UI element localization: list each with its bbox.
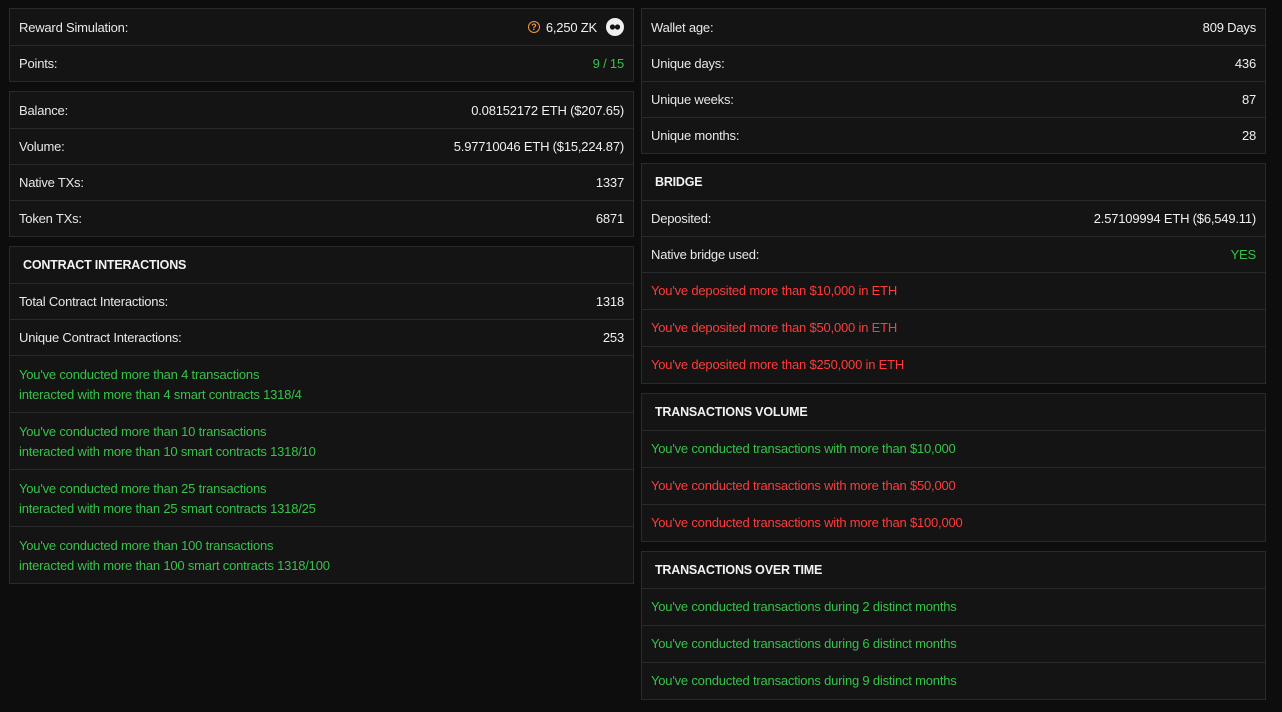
eye-icon[interactable] xyxy=(606,18,624,36)
balance-value: 0.08152172 ETH ($207.65) xyxy=(471,102,624,118)
token-txs-label: Token TXs: xyxy=(19,211,82,226)
unique-days-row: Unique days: 436 xyxy=(642,45,1265,81)
reward-simulation-value: 6,250 ZK xyxy=(545,19,597,35)
question-circle-icon[interactable]: ? xyxy=(527,21,540,33)
unique-months-row: Unique months: 28 xyxy=(642,117,1265,153)
unique-months-value: 28 xyxy=(1241,128,1256,143)
wallet-age-value: 809 Days xyxy=(1202,19,1257,35)
balance-row: Balance: 0.08152172 ETH ($207.65) xyxy=(10,92,633,128)
volume-value: 5.97710046 ETH ($15,224.87) xyxy=(453,139,624,154)
points-value: 9 / 15 xyxy=(592,56,625,71)
reward-simulation-row: Reward Simulation: ? 6,250 ZK xyxy=(10,9,633,45)
balance-label: Balance: xyxy=(19,102,68,118)
reward-simulation-label: Reward Simulation: xyxy=(19,19,129,35)
unique-months-label: Unique months: xyxy=(651,128,740,143)
contract-interactions-title: CONTRACT INTERACTIONS xyxy=(23,258,187,272)
unique-contract-interactions-row: Unique Contract Interactions: 253 xyxy=(10,319,633,355)
contract-interactions-panel: CONTRACT INTERACTIONS Total Contract Int… xyxy=(9,246,634,584)
native-bridge-value: YES xyxy=(1230,247,1257,262)
contract-achievement-line2: interacted with more than 10 smart contr… xyxy=(19,444,316,459)
volume-achievement-item: You've conducted transactions with more … xyxy=(642,504,1265,541)
bridge-achievement-item: You've deposited more than $250,000 in E… xyxy=(642,346,1265,383)
transactions-over-time-title: TRANSACTIONS OVER TIME xyxy=(655,563,823,577)
overtime-achievement-item: You've conducted transactions during 2 d… xyxy=(642,588,1265,625)
total-contract-interactions-row: Total Contract Interactions: 1318 xyxy=(10,283,633,319)
unique-weeks-value: 87 xyxy=(1241,92,1256,107)
unique-days-value: 436 xyxy=(1234,56,1256,71)
contract-achievement-item: You've conducted more than 100 transacti… xyxy=(10,526,633,583)
native-bridge-row: Native bridge used: YES xyxy=(642,236,1265,272)
contract-achievement-line2: interacted with more than 100 smart cont… xyxy=(19,558,330,573)
deposited-label: Deposited: xyxy=(651,211,712,226)
unique-contract-interactions-value: 253 xyxy=(602,330,624,345)
volume-row: Volume: 5.97710046 ETH ($15,224.87) xyxy=(10,128,633,164)
bridge-achievement-item: You've deposited more than $10,000 in ET… xyxy=(642,272,1265,309)
volume-label: Volume: xyxy=(19,139,65,154)
transactions-volume-title: TRANSACTIONS VOLUME xyxy=(655,405,808,419)
unique-days-label: Unique days: xyxy=(651,56,725,71)
wallet-age-label: Wallet age: xyxy=(651,19,714,35)
total-contract-interactions-label: Total Contract Interactions: xyxy=(19,294,169,309)
contract-achievement-line1: You've conducted more than 100 transacti… xyxy=(19,538,274,553)
left-column: Reward Simulation: ? 6,250 ZK Points: 9 … xyxy=(9,8,634,593)
contract-achievement-line1: You've conducted more than 4 transaction… xyxy=(19,367,260,382)
contract-achievement-line1: You've conducted more than 10 transactio… xyxy=(19,424,267,439)
total-contract-interactions-value: 1318 xyxy=(595,294,624,309)
wallet-panel: Wallet age: 809 Days Unique days: 436 Un… xyxy=(641,8,1266,154)
contract-achievement-item: You've conducted more than 25 transactio… xyxy=(10,469,633,526)
bridge-panel: BRIDGE Deposited: 2.57109994 ETH ($6,549… xyxy=(641,163,1266,384)
unique-contract-interactions-label: Unique Contract Interactions: xyxy=(19,330,182,345)
overtime-achievement-item: You've conducted transactions during 6 d… xyxy=(642,625,1265,662)
contract-achievement-line1: You've conducted more than 25 transactio… xyxy=(19,481,267,496)
volume-achievement-item: You've conducted transactions with more … xyxy=(642,467,1265,504)
bridge-achievement-item: You've deposited more than $50,000 in ET… xyxy=(642,309,1265,346)
native-bridge-label: Native bridge used: xyxy=(651,247,760,262)
unique-weeks-label: Unique weeks: xyxy=(651,92,734,107)
contract-achievement-item: You've conducted more than 10 transactio… xyxy=(10,412,633,469)
points-row: Points: 9 / 15 xyxy=(10,45,633,81)
volume-achievement-item: You've conducted transactions with more … xyxy=(642,430,1265,467)
transactions-volume-panel: TRANSACTIONS VOLUME You've conducted tra… xyxy=(641,393,1266,542)
native-txs-row: Native TXs: 1337 xyxy=(10,164,633,200)
deposited-row: Deposited: 2.57109994 ETH ($6,549.11) xyxy=(642,200,1265,236)
unique-weeks-row: Unique weeks: 87 xyxy=(642,81,1265,117)
right-column: Wallet age: 809 Days Unique days: 436 Un… xyxy=(641,8,1266,709)
native-txs-value: 1337 xyxy=(595,175,624,190)
deposited-value: 2.57109994 ETH ($6,549.11) xyxy=(1093,211,1256,226)
bridge-title: BRIDGE xyxy=(655,175,703,189)
contract-achievement-item: You've conducted more than 4 transaction… xyxy=(10,355,633,412)
wallet-age-row: Wallet age: 809 Days xyxy=(642,9,1265,45)
transactions-over-time-panel: TRANSACTIONS OVER TIME You've conducted … xyxy=(641,551,1266,700)
token-txs-value: 6871 xyxy=(595,211,624,226)
reward-panel: Reward Simulation: ? 6,250 ZK Points: 9 … xyxy=(9,8,634,82)
stats-panel: Balance: 0.08152172 ETH ($207.65) Volume… xyxy=(9,91,634,237)
points-label: Points: xyxy=(19,56,58,71)
contract-achievement-line2: interacted with more than 25 smart contr… xyxy=(19,501,316,516)
reward-simulation-value-group: ? 6,250 ZK xyxy=(527,18,624,36)
token-txs-row: Token TXs: 6871 xyxy=(10,200,633,236)
contract-achievement-line2: interacted with more than 4 smart contra… xyxy=(19,387,302,402)
native-txs-label: Native TXs: xyxy=(19,175,84,190)
overtime-achievement-item: You've conducted transactions during 9 d… xyxy=(642,662,1265,699)
